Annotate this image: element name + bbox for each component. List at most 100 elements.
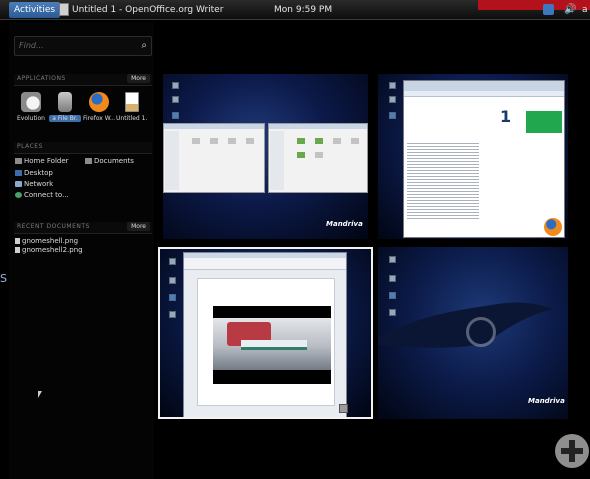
photo-boat <box>241 340 307 350</box>
place-label: Home Folder <box>24 157 69 165</box>
window-sidebar <box>270 131 284 190</box>
volume-icon[interactable]: 🔊 <box>564 4 576 16</box>
folder-icon <box>15 158 22 164</box>
desktop-file-icon <box>169 277 176 284</box>
user-menu[interactable]: a <box>582 0 588 20</box>
browser-promo-box <box>526 111 562 133</box>
writer-page <box>197 278 335 406</box>
desktop-file-icon <box>172 82 179 89</box>
places-title: PLACES <box>17 143 43 150</box>
folder-icon <box>246 138 254 144</box>
desktop-file-icon <box>172 96 179 103</box>
folder-icon <box>333 138 341 144</box>
place-connect-to[interactable]: Connect to... <box>15 191 69 199</box>
recent-item[interactable]: gnomeshell.png <box>15 237 78 245</box>
place-label: Documents <box>94 157 134 165</box>
desktop-file-icon <box>169 258 176 265</box>
browser-toolbar <box>404 91 564 97</box>
evolution-icon <box>21 92 41 112</box>
mouse-cursor <box>38 391 42 398</box>
network-icon[interactable] <box>543 4 554 15</box>
folder-icon <box>228 138 236 144</box>
app-tile-firefox[interactable]: Firefox W... <box>83 92 115 122</box>
mandriva-logo: Mandriva <box>528 397 565 405</box>
mandriva-logo: Mandriva <box>326 220 363 228</box>
place-label: Connect to... <box>24 191 69 199</box>
workspace-2[interactable]: 1 <box>378 74 568 239</box>
desktop-file-icon <box>169 311 176 318</box>
writer-toolbar <box>184 258 346 270</box>
image-file-icon <box>15 238 20 244</box>
desktop-file-icon <box>389 256 396 263</box>
desktop-file-icon <box>389 82 396 89</box>
desktop-file-icon <box>389 112 396 119</box>
folder-icon <box>351 138 359 144</box>
applications-header: APPLICATIONS More <box>14 74 152 86</box>
inserted-photo <box>213 306 331 384</box>
window-title[interactable]: Untitled 1 - OpenOffice.org Writer <box>72 0 223 20</box>
network-place-icon <box>15 181 22 187</box>
close-window-icon[interactable] <box>339 404 348 413</box>
browser-article-text <box>407 141 479 221</box>
window-sidebar <box>165 131 179 190</box>
recent-documents-header: RECENT DOCUMENTS More <box>14 222 152 234</box>
places-header: PLACES <box>14 142 152 154</box>
applications-more-button[interactable]: More <box>127 74 150 83</box>
browser-big-number: 1 <box>500 107 512 126</box>
window-titlebar <box>404 81 564 91</box>
recent-item-label: gnomeshell2.png <box>22 246 83 254</box>
writer-window[interactable] <box>183 252 347 417</box>
recent-more-button[interactable]: More <box>127 222 150 231</box>
app-tile-writer-document[interactable]: Untitled 1... <box>116 92 148 122</box>
firefox-icon <box>89 92 109 112</box>
top-panel: Activities Untitled 1 - OpenOffice.org W… <box>0 0 590 20</box>
firefox-icon <box>544 218 562 236</box>
place-desktop[interactable]: Desktop <box>15 169 53 177</box>
connect-icon <box>15 192 22 198</box>
place-label: Desktop <box>24 169 53 177</box>
workspace-4[interactable]: Mandriva <box>378 247 568 419</box>
file-browser-icon <box>58 92 72 112</box>
folder-icon <box>210 138 218 144</box>
add-workspace-button[interactable] <box>555 434 589 468</box>
workspace-1[interactable]: Mandriva <box>163 74 368 239</box>
workspace-3-active[interactable] <box>158 247 373 419</box>
desktop-file-icon <box>389 275 396 282</box>
file-browser-window[interactable] <box>268 123 368 193</box>
folder-icon <box>315 152 323 158</box>
desktop-file-icon <box>172 112 179 119</box>
search-input[interactable]: Find... ⌕ <box>14 36 152 56</box>
window-titlebar <box>269 124 367 129</box>
dash-panel: Find... ⌕ APPLICATIONS More Evolution a … <box>9 22 154 479</box>
search-placeholder: Find... <box>19 41 44 50</box>
mandriva-star-icon <box>466 317 496 347</box>
place-network[interactable]: Network <box>15 180 53 188</box>
writer-doc-icon <box>125 92 139 112</box>
place-home-folder[interactable]: Home Folder <box>15 157 69 165</box>
folder-icon <box>315 138 323 144</box>
applications-title: APPLICATIONS <box>17 75 66 82</box>
place-documents[interactable]: Documents <box>85 157 134 165</box>
recent-item[interactable]: gnomeshell2.png <box>15 246 83 254</box>
recent-documents-title: RECENT DOCUMENTS <box>17 223 90 230</box>
window-titlebar <box>164 124 264 129</box>
image-file-icon <box>15 247 20 253</box>
app-tile-file-browser[interactable]: a File Br. <box>49 92 81 122</box>
background-edge-letter: S <box>0 272 7 285</box>
clock[interactable]: Mon 9:59 PM <box>274 0 332 20</box>
app-tile-label: a File Br. <box>49 115 81 122</box>
desktop-icon <box>15 170 22 176</box>
app-tile-label: Untitled 1... <box>116 115 148 122</box>
search-icon: ⌕ <box>141 40 147 51</box>
place-label: Network <box>24 180 54 188</box>
app-tile-label: Evolution <box>17 115 45 122</box>
photo-scene <box>213 318 331 370</box>
app-tile-label: Firefox W... <box>83 115 115 122</box>
app-tile-evolution[interactable]: Evolution <box>15 92 47 122</box>
activities-button[interactable]: Activities <box>9 2 61 18</box>
desktop-file-icon <box>169 294 176 301</box>
browser-window[interactable]: 1 <box>403 80 565 238</box>
writer-app-icon <box>59 3 69 16</box>
file-browser-window[interactable] <box>163 123 265 193</box>
recent-item-label: gnomeshell.png <box>22 237 79 245</box>
